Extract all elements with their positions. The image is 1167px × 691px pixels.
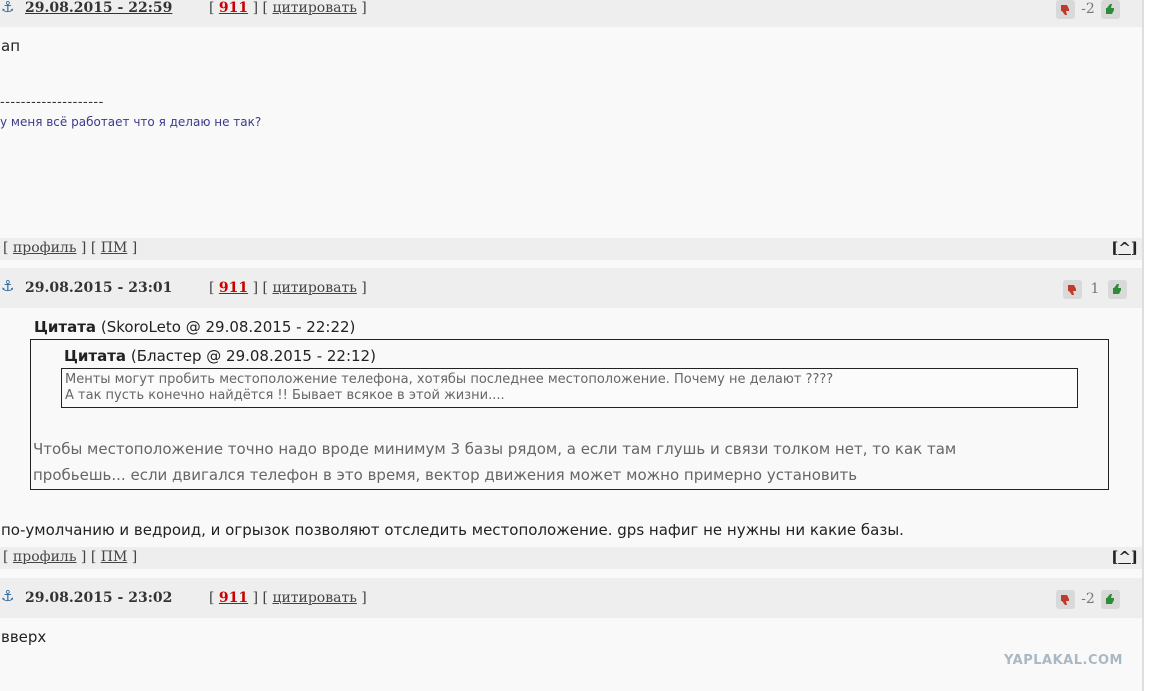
post-body: ап xyxy=(1,37,20,55)
pm-link[interactable]: ПМ xyxy=(101,549,128,565)
post-date[interactable]: 29.08.2015 - 23:01 xyxy=(25,280,172,296)
quote-source: (SkoroLeto @ 29.08.2015 - 22:22) xyxy=(100,318,356,336)
forum-page: ⚓ 29.08.2015 - 22:59 [ 911 ] [ цитироват… xyxy=(0,0,1167,691)
quote-box: Цитата (Бластер @ 29.08.2015 - 22:12) Ме… xyxy=(30,339,1109,490)
thumb-down-icon[interactable] xyxy=(1056,589,1075,609)
post-header: ⚓ 29.08.2015 - 23:02 [ 911 ] [ цитироват… xyxy=(0,578,1142,618)
quote-link[interactable]: цитировать xyxy=(272,590,356,606)
quote-line: пробьешь... если двигался телефон в это … xyxy=(33,466,858,484)
pm-link[interactable]: ПМ xyxy=(101,240,128,256)
post-body: по-умолчанию и ведроид, и огрызок позвол… xyxy=(1,521,904,539)
post-number-link[interactable]: 911 xyxy=(219,590,248,606)
quote-link[interactable]: цитировать xyxy=(272,280,356,296)
thumb-up-icon[interactable] xyxy=(1101,0,1120,19)
quote-label: Цитата (SkoroLeto @ 29.08.2015 - 22:22) xyxy=(34,318,355,336)
column-border xyxy=(1142,0,1144,691)
thumb-up-icon[interactable] xyxy=(1108,279,1127,299)
profile-link[interactable]: профиль xyxy=(13,240,77,256)
post-header: ⚓ 29.08.2015 - 23:01 [ 911 ] [ цитироват… xyxy=(0,268,1142,308)
post-links: [ 911 ] [ цитировать ] xyxy=(209,280,367,296)
signature-text: у меня всё работает что я делаю не так? xyxy=(0,115,262,129)
signature-separator: -------------------- xyxy=(0,95,104,110)
thumb-down-icon[interactable] xyxy=(1056,0,1075,19)
quote-line: Чтобы местоположение точно надо вроде ми… xyxy=(33,440,957,458)
anchor-icon[interactable]: ⚓ xyxy=(1,279,14,294)
rating-widget: -2 xyxy=(1056,587,1120,611)
post-links: [ 911 ] [ цитировать ] xyxy=(209,590,367,606)
rating-widget: -2 xyxy=(1056,0,1120,21)
content-column: ⚓ 29.08.2015 - 22:59 [ 911 ] [ цитироват… xyxy=(0,0,1142,691)
scroll-top-button[interactable]: [^] xyxy=(1111,239,1138,257)
quote-source: (Бластер @ 29.08.2015 - 22:12) xyxy=(130,347,376,365)
anchor-icon[interactable]: ⚓ xyxy=(1,0,14,15)
footer-links: [ профиль ] [ ПМ ] xyxy=(3,240,138,256)
footer-links: [ профиль ] [ ПМ ] xyxy=(3,549,138,565)
profile-link[interactable]: профиль xyxy=(13,549,77,565)
caret-up-icon: ^ xyxy=(1118,239,1131,257)
rating-widget: 1 xyxy=(1063,277,1127,301)
anchor-icon[interactable]: ⚓ xyxy=(1,589,14,604)
quote-text: Чтобы местоположение точно надо вроде ми… xyxy=(33,436,956,488)
post-date[interactable]: 29.08.2015 - 22:59 xyxy=(25,0,172,16)
thumb-up-icon[interactable] xyxy=(1101,589,1120,609)
rating-value: -2 xyxy=(1081,591,1095,607)
nested-quote-label: Цитата (Бластер @ 29.08.2015 - 22:12) xyxy=(64,347,376,365)
watermark-logo: YAPLAKAL.COM xyxy=(1004,653,1123,668)
rating-value: -2 xyxy=(1081,1,1095,17)
nested-quote-line: Менты могут пробить местоположение телеф… xyxy=(65,372,834,387)
caret-up-icon: ^ xyxy=(1118,548,1131,566)
post-date[interactable]: 29.08.2015 - 23:02 xyxy=(25,590,172,606)
nested-quote-line: А так пусть конечно найдётся !! Бывает в… xyxy=(65,388,505,403)
quote-title: Цитата xyxy=(34,318,97,336)
post-body: вверх xyxy=(1,628,47,646)
rating-value: 1 xyxy=(1090,281,1100,297)
post-footer: [ профиль ] [ ПМ ] [^] xyxy=(0,547,1142,569)
post-footer: [ профиль ] [ ПМ ] [^] xyxy=(0,238,1142,260)
quote-link[interactable]: цитировать xyxy=(272,0,356,16)
quote-title: Цитата xyxy=(64,347,127,365)
thumb-down-icon[interactable] xyxy=(1063,279,1082,299)
post-header: ⚓ 29.08.2015 - 22:59 [ 911 ] [ цитироват… xyxy=(0,0,1142,27)
post-number-link[interactable]: 911 xyxy=(219,0,248,16)
scroll-top-button[interactable]: [^] xyxy=(1111,548,1138,566)
nested-quote-text: Менты могут пробить местоположение телеф… xyxy=(65,372,833,404)
post-links: [ 911 ] [ цитировать ] xyxy=(209,0,367,16)
nested-quote-box: Менты могут пробить местоположение телеф… xyxy=(61,368,1078,408)
post-number-link[interactable]: 911 xyxy=(219,280,248,296)
